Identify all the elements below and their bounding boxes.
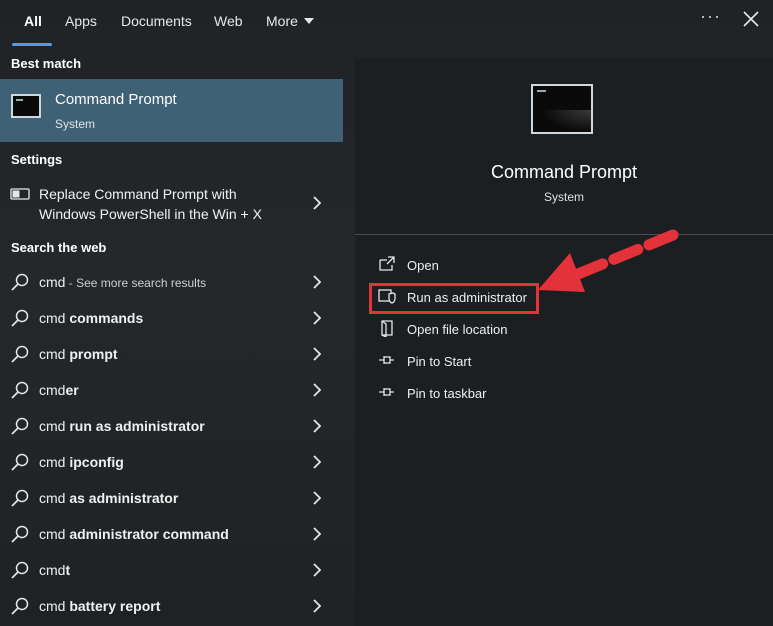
action-open-file-location-label: Open file location xyxy=(407,322,508,337)
chevron-right-icon xyxy=(313,383,322,397)
chevron-right-icon xyxy=(313,196,322,210)
settings-result-text: Replace Command Prompt with Windows Powe… xyxy=(39,184,299,224)
tab-web[interactable]: Web xyxy=(214,12,243,30)
chevron-right-icon xyxy=(313,275,322,289)
web-result-text: cmdt xyxy=(39,560,70,581)
search-icon xyxy=(11,561,29,579)
settings-toggle-icon xyxy=(10,188,30,200)
action-pin-to-taskbar-label: Pin to taskbar xyxy=(407,386,487,401)
tab-all[interactable]: All xyxy=(24,12,42,30)
more-options-icon[interactable]: ··· xyxy=(700,6,720,32)
web-result-bold: ipconfig xyxy=(69,454,124,470)
search-icon xyxy=(11,345,29,363)
chevron-right-icon xyxy=(313,455,322,469)
web-result-bold: commands xyxy=(69,310,144,326)
best-match-subtitle: System xyxy=(55,117,96,131)
settings-heading: Settings xyxy=(11,152,63,167)
search-icon xyxy=(11,525,29,543)
web-result-bold: administrator command xyxy=(69,526,229,542)
search-icon xyxy=(11,489,29,507)
chevron-right-icon xyxy=(313,419,322,433)
search-icon xyxy=(11,309,29,327)
folder-icon xyxy=(381,320,393,337)
best-match-item[interactable] xyxy=(0,79,343,142)
web-result-text: cmd battery report xyxy=(39,596,160,617)
web-result-prefix: cmd xyxy=(39,274,66,290)
settings-result-line1: Replace Command Prompt with xyxy=(39,186,237,202)
action-pin-to-start-label: Pin to Start xyxy=(407,354,472,369)
web-result-suffix: - See more search results xyxy=(65,276,207,290)
active-tab-indicator xyxy=(12,43,52,46)
web-result-prefix: cmd xyxy=(39,562,66,578)
web-result-prefix: cmd xyxy=(39,490,70,506)
search-filter-bar: All Apps Documents Web More ··· xyxy=(0,0,773,46)
search-icon xyxy=(11,381,29,399)
tab-apps[interactable]: Apps xyxy=(65,12,97,30)
tab-more[interactable]: More xyxy=(266,12,314,30)
web-result-prefix: cmd xyxy=(39,346,70,362)
web-result-prefix: cmd xyxy=(39,454,70,470)
chevron-right-icon xyxy=(313,491,322,505)
web-result-prefix: cmd xyxy=(39,310,70,326)
command-prompt-large-icon xyxy=(531,84,593,134)
web-result-text: cmd ipconfig xyxy=(39,452,124,473)
search-icon xyxy=(11,273,29,291)
web-result-bold: battery report xyxy=(69,598,161,614)
web-result-text: cmd administrator command xyxy=(39,524,229,545)
search-icon xyxy=(11,453,29,471)
web-result-text: cmder xyxy=(39,380,79,401)
web-result-prefix: cmd xyxy=(39,526,70,542)
command-prompt-icon xyxy=(11,94,41,118)
web-result-bold: as administrator xyxy=(69,490,179,506)
web-result-prefix: cmd xyxy=(39,382,66,398)
web-result-bold: run as administrator xyxy=(69,418,205,434)
tab-documents[interactable]: Documents xyxy=(121,12,192,30)
pin-icon xyxy=(379,388,394,396)
chevron-right-icon xyxy=(313,563,322,577)
pin-icon xyxy=(379,356,394,364)
open-icon xyxy=(379,256,395,271)
close-icon[interactable] xyxy=(740,8,762,30)
settings-result-line2: Windows PowerShell in the Win + X xyxy=(39,206,262,222)
web-result-text: cmd - See more search results xyxy=(39,272,206,293)
web-result-prefix: cmd xyxy=(39,598,70,614)
web-result-text: cmd as administrator xyxy=(39,488,178,509)
web-result-prefix: cmd xyxy=(39,418,70,434)
web-result-bold: er xyxy=(65,382,79,398)
search-icon xyxy=(11,417,29,435)
chevron-right-icon xyxy=(313,311,322,325)
action-open-label: Open xyxy=(407,258,439,273)
best-match-heading: Best match xyxy=(11,56,82,71)
chevron-right-icon xyxy=(313,599,322,613)
search-icon xyxy=(11,597,29,615)
annotation-arrow-icon xyxy=(538,229,679,292)
chevron-down-icon xyxy=(303,18,314,24)
search-web-heading: Search the web xyxy=(11,240,107,255)
web-result-text: cmd prompt xyxy=(39,344,118,365)
annotation-highlight-box xyxy=(369,283,539,314)
app-title: Command Prompt xyxy=(490,162,638,182)
tab-more-label: More xyxy=(266,13,298,29)
web-result-bold: t xyxy=(65,562,71,578)
web-result-bold: prompt xyxy=(69,346,118,362)
web-result-text: cmd run as administrator xyxy=(39,416,205,437)
chevron-right-icon xyxy=(313,347,322,361)
chevron-right-icon xyxy=(313,527,322,541)
app-subtitle: System xyxy=(543,190,584,204)
web-result-text: cmd commands xyxy=(39,308,143,329)
best-match-title: Command Prompt xyxy=(55,91,177,108)
